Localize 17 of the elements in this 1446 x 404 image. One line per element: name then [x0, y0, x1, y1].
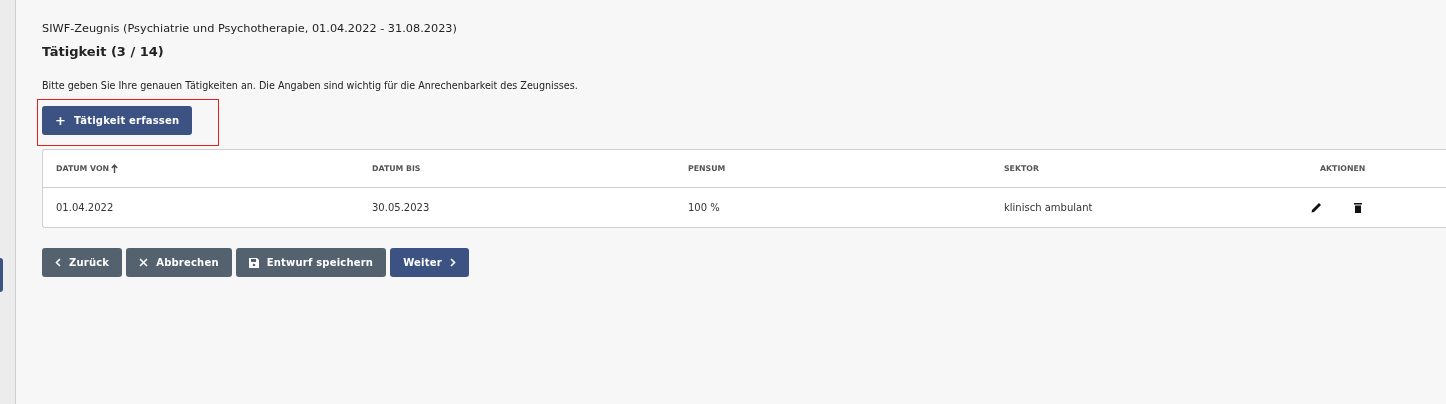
table-cell: klinisch ambulant	[1004, 202, 1093, 213]
step-heading: Tätigkeit (3 / 14)	[42, 43, 165, 61]
chevron-left-icon	[55, 258, 61, 267]
edit-icon[interactable]	[1311, 202, 1322, 213]
table-cell: 01.04.2022	[56, 202, 114, 213]
chevron-right-icon	[449, 258, 456, 267]
next-button[interactable]: Weiter	[390, 248, 469, 277]
back-button[interactable]: Zurück	[42, 248, 123, 277]
add-activity-button[interactable]: + Tätigkeit erfassen	[42, 106, 193, 135]
table-cell: 100 %	[688, 202, 720, 213]
save-draft-button[interactable]: Entwurf speichern	[235, 248, 387, 277]
delete-icon[interactable]	[1354, 202, 1362, 213]
close-icon	[139, 258, 149, 267]
cancel-button[interactable]: Abbrechen	[126, 248, 232, 277]
certificate-title: SIWF-Zeugnis (Psychiatrie und Psychotherapie, 01.04.2022 - 31.08.2023)	[42, 21, 458, 37]
table-cell: 30.05.2023	[372, 202, 430, 213]
instruction-text: Bitte geben Sie Ihre genauen Tätigkeiten an. Die Angaben sind wichtig für die Anrechenbarkeit des Zeugnisses.	[42, 79, 579, 93]
